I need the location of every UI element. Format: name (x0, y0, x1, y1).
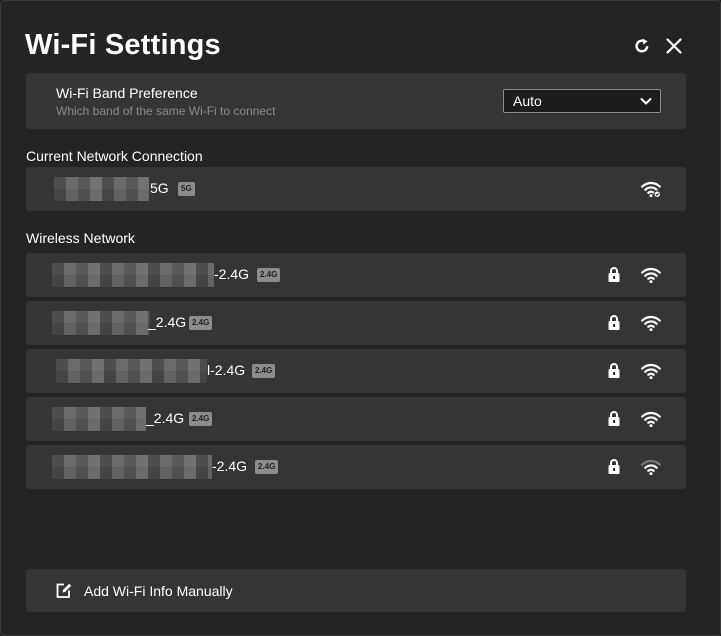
lock-icon (608, 411, 620, 426)
lock-icon (608, 315, 620, 330)
redacted-ssid (52, 311, 150, 335)
add-wifi-manually-button[interactable]: Add Wi-Fi Info Manually (26, 569, 686, 612)
dialog-title: Wi-Fi Settings (25, 29, 221, 61)
close-button[interactable] (663, 35, 685, 57)
current-connection-label: Current Network Connection (26, 148, 203, 164)
lock-icon (608, 459, 620, 474)
network-ssid: _2.4G (146, 410, 185, 426)
band-preference-title: Wi-Fi Band Preference (56, 85, 198, 101)
wifi-network-row[interactable]: -2.4G 2.4G (26, 445, 686, 489)
wifi-signal-icon (641, 363, 661, 380)
refresh-button[interactable] (631, 35, 653, 57)
lock-icon (608, 363, 620, 378)
network-ssid: -2.4G (214, 266, 250, 282)
band-badge: 2.4G (257, 268, 281, 282)
band-badge: 2.4G (189, 412, 213, 426)
redacted-ssid (52, 263, 214, 287)
current-network-row[interactable]: 5G 5G (26, 167, 686, 211)
wifi-signal-icon (641, 411, 661, 428)
band-preference-card: Wi-Fi Band Preference Which band of the … (26, 73, 686, 129)
redacted-ssid (52, 407, 146, 431)
refresh-icon (635, 38, 649, 53)
network-ssid: l-2.4G (207, 362, 246, 378)
wifi-network-row[interactable]: l-2.4G 2.4G (26, 349, 686, 393)
band-badge: 5G (178, 182, 195, 196)
wifi-network-row[interactable]: -2.4G 2.4G (26, 253, 686, 297)
network-ssid: _2.4G (148, 314, 187, 330)
close-icon (666, 38, 682, 54)
network-ssid: -2.4G (212, 458, 248, 474)
wifi-network-row[interactable]: _2.4G 2.4G (26, 301, 686, 345)
band-badge: 2.4G (255, 460, 279, 474)
band-preference-select[interactable]: Auto (503, 89, 661, 113)
redacted-ssid (52, 455, 212, 479)
wifi-network-row[interactable]: _2.4G 2.4G (26, 397, 686, 441)
add-wifi-manually-label: Add Wi-Fi Info Manually (84, 583, 233, 599)
edit-icon (56, 583, 72, 598)
wireless-network-label: Wireless Network (26, 230, 135, 246)
band-preference-description: Which band of the same Wi-Fi to connect (56, 104, 276, 118)
band-badge: 2.4G (189, 316, 213, 330)
band-preference-value: Auto (513, 93, 542, 109)
network-ssid: 5G (150, 180, 169, 196)
chevron-down-icon (640, 98, 652, 105)
wifi-signal-icon (641, 315, 661, 332)
wifi-weak-signal-icon (641, 459, 661, 476)
wifi-connected-icon (641, 181, 661, 198)
redacted-ssid (56, 359, 207, 383)
lock-icon (608, 267, 620, 282)
redacted-ssid (54, 177, 149, 201)
wifi-signal-icon (641, 267, 661, 284)
band-badge: 2.4G (252, 364, 276, 378)
wifi-settings-dialog: Wi-Fi Settings Wi-Fi Band Preference Whi… (0, 0, 721, 636)
